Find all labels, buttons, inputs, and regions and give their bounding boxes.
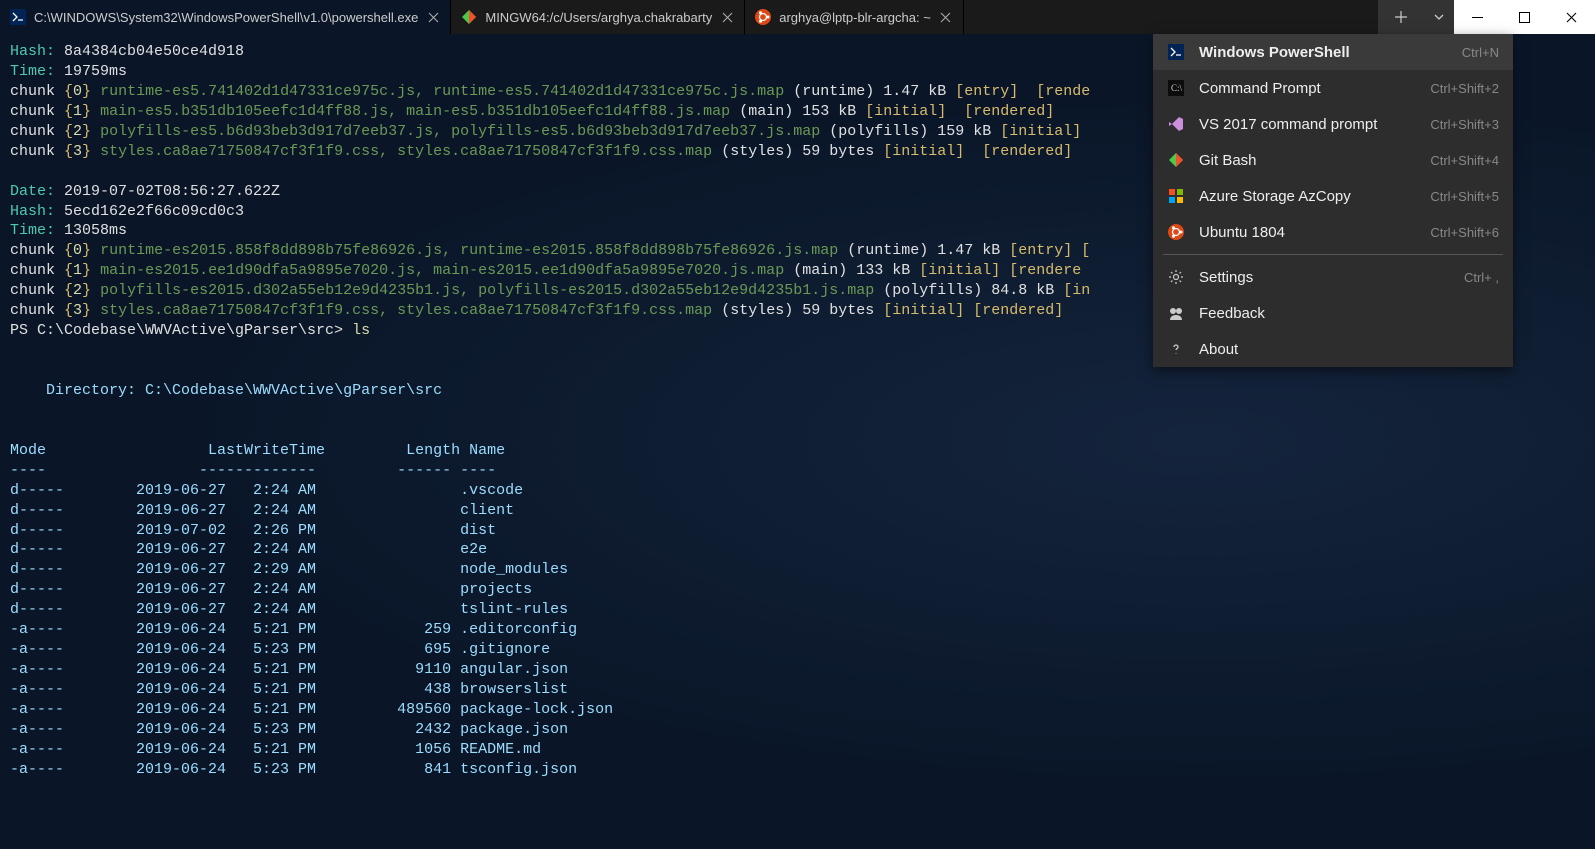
menu-label: VS 2017 command prompt [1199, 116, 1416, 133]
menu-item-vs-2017-command-prompt[interactable]: VS 2017 command prompt Ctrl+Shift+3 [1153, 106, 1513, 142]
svg-text:C:\: C:\ [1171, 83, 1183, 93]
menu-label: Azure Storage AzCopy [1199, 188, 1416, 205]
menu-item-azure-storage-azcopy[interactable]: Azure Storage AzCopy Ctrl+Shift+5 [1153, 178, 1513, 214]
menu-label: Windows PowerShell [1199, 44, 1448, 61]
feedback-icon [1167, 304, 1185, 322]
tab-dropdown-button[interactable] [1424, 0, 1454, 34]
menu-item-feedback[interactable]: Feedback [1153, 295, 1513, 331]
git-icon [1167, 151, 1185, 169]
ubuntu-icon [755, 9, 771, 25]
menu-shortcut: Ctrl+Shift+4 [1430, 153, 1499, 168]
profiles-dropdown: Windows PowerShell Ctrl+N C:\ Command Promp… [1153, 34, 1513, 367]
menu-shortcut: Ctrl+ , [1464, 270, 1499, 285]
close-icon[interactable] [720, 10, 734, 24]
close-icon[interactable] [426, 10, 440, 24]
tab-1[interactable]: MINGW64:/c/Users/arghya.chakrabarty [451, 0, 745, 34]
ps-icon [10, 9, 26, 25]
menu-item-command-prompt[interactable]: C:\ Command Prompt Ctrl+Shift+2 [1153, 70, 1513, 106]
menu-item-settings[interactable]: Settings Ctrl+ , [1153, 259, 1513, 295]
menu-shortcut: Ctrl+Shift+6 [1430, 225, 1499, 240]
menu-label: Ubuntu 1804 [1199, 224, 1416, 241]
about-icon [1167, 340, 1185, 358]
menu-item-windows-powershell[interactable]: Windows PowerShell Ctrl+N [1153, 34, 1513, 70]
tab-0[interactable]: C:\WINDOWS\System32\WindowsPowerShell\v1… [0, 0, 451, 34]
settings-icon [1167, 268, 1185, 286]
git-icon [461, 9, 477, 25]
cmd-icon: C:\ [1167, 79, 1185, 97]
tab-title: MINGW64:/c/Users/arghya.chakrabarty [485, 10, 712, 25]
tab-strip: C:\WINDOWS\System32\WindowsPowerShell\v1… [0, 0, 1378, 34]
menu-item-about[interactable]: About [1153, 331, 1513, 367]
menu-label: Command Prompt [1199, 80, 1416, 97]
window-controls [1454, 0, 1595, 34]
titlebar-buttons [1378, 0, 1454, 34]
azure-icon [1167, 187, 1185, 205]
menu-label: About [1199, 341, 1485, 358]
vs-icon [1167, 115, 1185, 133]
titlebar: C:\WINDOWS\System32\WindowsPowerShell\v1… [0, 0, 1595, 34]
maximize-button[interactable] [1501, 0, 1548, 34]
tab-2[interactable]: arghya@lptp-blr-argcha: ~ [745, 0, 964, 34]
ubuntu-icon [1167, 223, 1185, 241]
menu-shortcut: Ctrl+N [1462, 45, 1499, 60]
ps-icon [1167, 43, 1185, 61]
close-button[interactable] [1548, 0, 1595, 34]
tab-title: C:\WINDOWS\System32\WindowsPowerShell\v1… [34, 10, 418, 25]
menu-label: Feedback [1199, 305, 1485, 322]
close-icon[interactable] [939, 10, 953, 24]
minimize-button[interactable] [1454, 0, 1501, 34]
menu-shortcut: Ctrl+Shift+5 [1430, 189, 1499, 204]
menu-label: Settings [1199, 269, 1450, 286]
menu-shortcut: Ctrl+Shift+3 [1430, 117, 1499, 132]
menu-label: Git Bash [1199, 152, 1416, 169]
menu-item-git-bash[interactable]: Git Bash Ctrl+Shift+4 [1153, 142, 1513, 178]
menu-separator [1163, 254, 1503, 255]
tab-title: arghya@lptp-blr-argcha: ~ [779, 10, 931, 25]
menu-shortcut: Ctrl+Shift+2 [1430, 81, 1499, 96]
new-tab-button[interactable] [1378, 0, 1424, 34]
menu-item-ubuntu-1804[interactable]: Ubuntu 1804 Ctrl+Shift+6 [1153, 214, 1513, 250]
